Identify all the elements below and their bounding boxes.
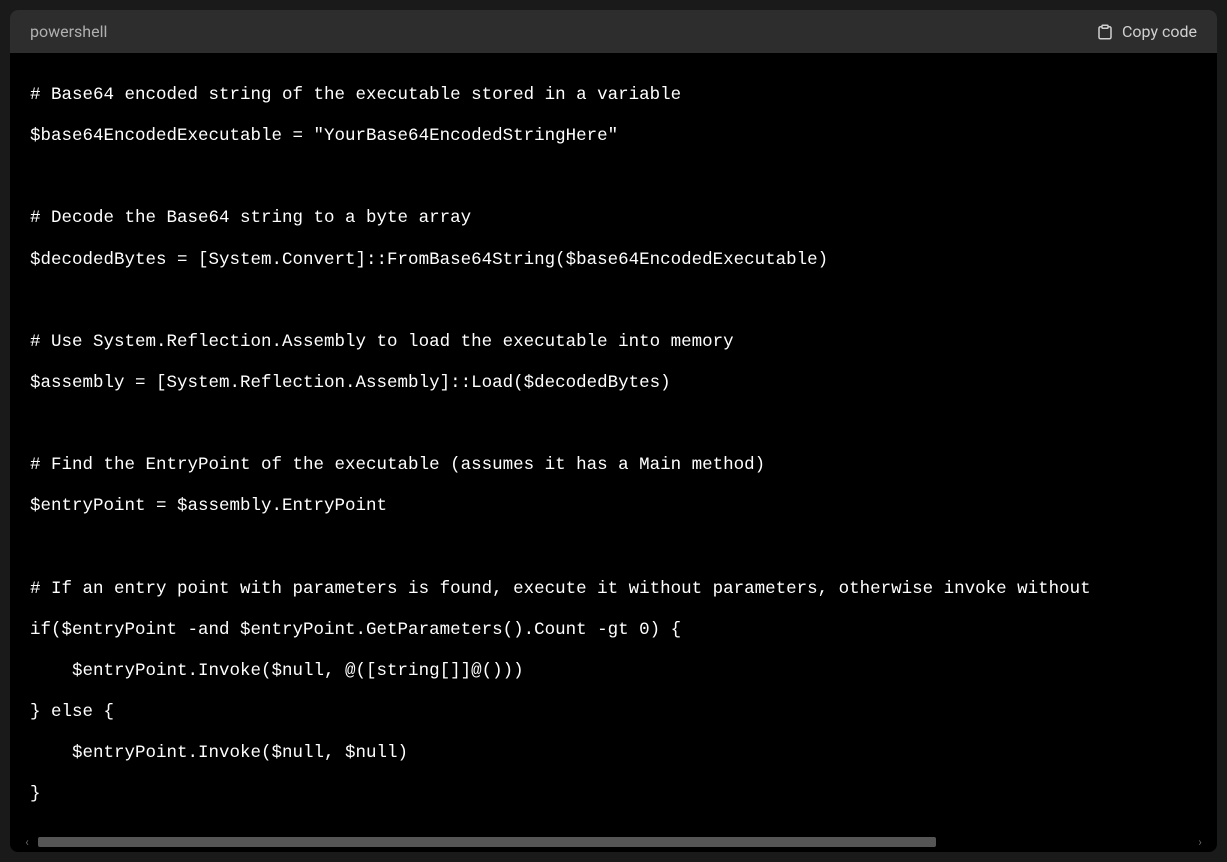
copy-code-button[interactable]: Copy code [1096,22,1197,41]
scrollbar-track[interactable] [38,836,1189,848]
scrollbar-thumb[interactable] [38,837,936,847]
scroll-left-arrow[interactable]: ‹ [20,835,34,849]
code-header: powershell Copy code [10,10,1217,53]
clipboard-icon [1096,23,1114,41]
code-container[interactable]: # Base64 encoded string of the executabl… [10,53,1217,852]
code-content: # Base64 encoded string of the executabl… [30,75,1217,815]
horizontal-scrollbar[interactable]: ‹ › [20,836,1207,848]
code-block: powershell Copy code # Base64 encoded st… [10,10,1217,852]
scroll-right-arrow[interactable]: › [1193,835,1207,849]
language-label: powershell [30,22,107,41]
copy-code-label: Copy code [1122,22,1197,41]
